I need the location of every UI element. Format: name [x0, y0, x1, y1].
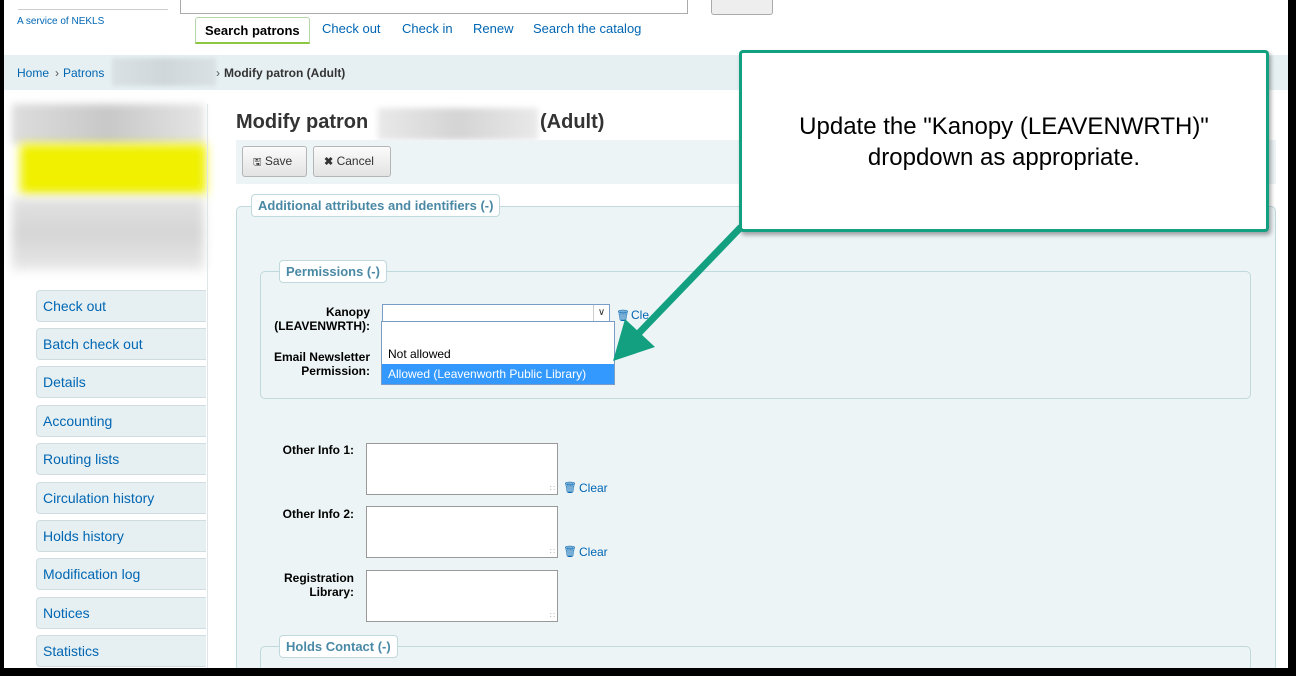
annotation-text: Update the "Kanopy (LEAVENWRTH)" dropdow…	[799, 113, 1209, 171]
tab-search-patrons[interactable]: Search patrons	[195, 17, 310, 44]
other-info-1-label: Other Info 1:	[282, 443, 354, 457]
patron-info-card-redacted	[12, 104, 206, 274]
sidebar-item-modification-log[interactable]: Modification log	[36, 558, 206, 590]
annotation-arrow	[613, 224, 744, 361]
option-allowed-leavenworth[interactable]: Allowed (Leavenworth Public Library)	[382, 364, 614, 384]
attributes-section-toggle[interactable]: Additional attributes and identifiers (-…	[251, 194, 501, 217]
holds-contact-section-toggle[interactable]: Holds Contact (-)	[279, 635, 398, 658]
other-info-1-clear-link[interactable]: Clear	[579, 481, 608, 495]
other-info-1-textarea[interactable]: ∷	[366, 443, 558, 495]
library-logo[interactable]	[18, 0, 168, 10]
sidebar-item-batch-check-out[interactable]: Batch check out	[36, 328, 206, 360]
trash-icon[interactable]: 🗑	[563, 481, 577, 494]
sidebar-item-holds-history[interactable]: Holds history	[36, 520, 206, 552]
cancel-button-label: Cancel	[336, 154, 374, 168]
browser-page: A service of NEKLS Search patrons Check …	[4, 0, 1288, 668]
tab-check-in[interactable]: Check in	[402, 21, 453, 36]
newsletter-label: Email Newsletter Permission:	[273, 350, 370, 378]
save-button[interactable]: 🖫 Save	[242, 146, 307, 177]
redacted-block	[12, 104, 204, 144]
redacted-highlight	[20, 144, 206, 194]
kanopy-select[interactable]: ∨	[382, 304, 610, 322]
tab-check-out[interactable]: Check out	[322, 21, 381, 36]
other-info-2-textarea[interactable]: ∷	[366, 506, 558, 558]
registration-library-label: Registration Library:	[283, 571, 354, 599]
breadcrumb-patrons-link[interactable]: Patrons	[63, 66, 104, 80]
header-search-submit-button[interactable]	[711, 0, 773, 15]
sidebar-item-circulation-history[interactable]: Circulation history	[36, 482, 206, 514]
registration-library-textarea[interactable]: ∷	[366, 570, 558, 622]
sidebar-item-check-out[interactable]: Check out	[36, 290, 206, 322]
page-title-category: (Adult)	[540, 111, 605, 133]
sidebar-item-notices[interactable]: Notices	[36, 597, 206, 629]
sidebar-item-details[interactable]: Details	[36, 366, 206, 398]
breadcrumb-separator: ›	[216, 66, 220, 80]
save-button-label: Save	[264, 154, 293, 168]
sidebar-item-accounting[interactable]: Accounting	[36, 405, 206, 437]
option-not-allowed[interactable]: Not allowed	[382, 344, 614, 364]
resize-grip-icon[interactable]: ∷	[550, 547, 555, 556]
permissions-section-toggle[interactable]: Permissions (-)	[279, 260, 387, 283]
redacted-block	[12, 198, 204, 270]
page-title: Modify patron	[236, 111, 369, 133]
kanopy-dropdown-list[interactable]: Not allowed Allowed (Leavenworth Public …	[381, 321, 615, 385]
breadcrumb-patron-name-redacted[interactable]	[112, 58, 216, 86]
resize-grip-icon[interactable]: ∷	[550, 611, 555, 620]
holds-contact-fieldset	[260, 646, 1251, 668]
tab-renew[interactable]: Renew	[473, 21, 513, 36]
patron-name-redacted	[378, 108, 538, 140]
header-search-input[interactable]	[180, 0, 688, 14]
breadcrumb-home-link[interactable]: Home	[17, 66, 49, 80]
service-text: A service of NEKLS	[17, 16, 105, 27]
annotation-callout: Update the "Kanopy (LEAVENWRTH)" dropdow…	[739, 50, 1269, 232]
breadcrumb-current: Modify patron (Adult)	[224, 66, 346, 80]
other-info-2-clear-link[interactable]: Clear	[579, 545, 608, 559]
breadcrumb-separator: ›	[55, 66, 59, 80]
kanopy-label: Kanopy (LEAVENWRTH):	[274, 305, 370, 333]
floppy-disk-icon: 🖫	[253, 157, 262, 168]
cancel-button[interactable]: ✖ Cancel	[313, 146, 391, 177]
close-icon: ✖	[324, 156, 334, 168]
tab-search-catalog[interactable]: Search the catalog	[533, 21, 641, 36]
resize-grip-icon[interactable]: ∷	[550, 484, 555, 493]
other-info-2-label: Other Info 2:	[282, 507, 354, 521]
sidebar-item-routing-lists[interactable]: Routing lists	[36, 443, 206, 475]
sidebar-item-statistics[interactable]: Statistics	[36, 635, 206, 667]
sidebar-divider	[207, 104, 208, 668]
trash-icon[interactable]: 🗑	[563, 545, 577, 558]
